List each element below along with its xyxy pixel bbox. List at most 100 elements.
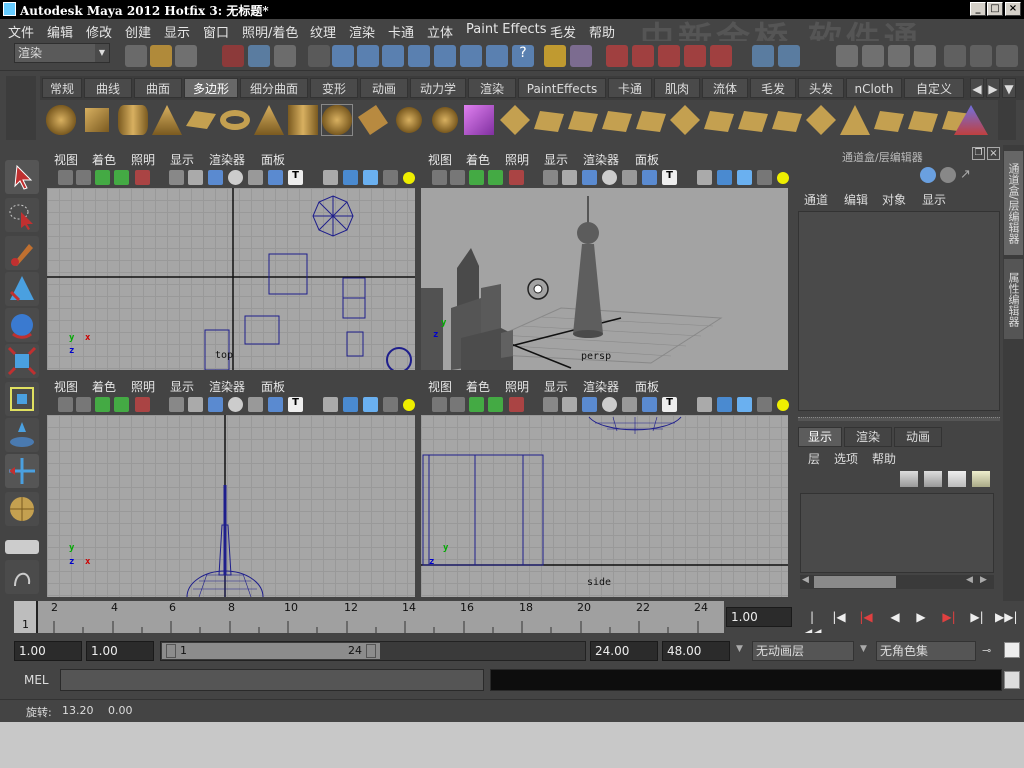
- last-tool-sphere-icon[interactable]: [5, 492, 39, 526]
- poly-sphere-icon[interactable]: [46, 105, 76, 135]
- shelf-tab-fluids[interactable]: 流体: [702, 78, 748, 98]
- image-plane-icon[interactable]: [95, 170, 110, 185]
- play-forwards-icon[interactable]: ▶: [912, 609, 930, 625]
- vp-menu-show[interactable]: 显示: [170, 378, 194, 395]
- insert-edge-loop-icon[interactable]: [602, 111, 632, 132]
- cb-menu-object[interactable]: 对象: [882, 191, 906, 208]
- image-plane-icon[interactable]: [469, 170, 484, 185]
- checker-icon[interactable]: [383, 170, 398, 185]
- select-handle-icon[interactable]: [332, 45, 354, 67]
- combine-icon[interactable]: [358, 105, 388, 135]
- viewport-canvas-top[interactable]: y x z top: [47, 188, 415, 370]
- snap-point-icon[interactable]: [658, 45, 680, 67]
- minimize-button[interactable]: _: [970, 2, 986, 16]
- lights-icon[interactable]: [777, 172, 789, 184]
- resolution-gate-icon[interactable]: [363, 170, 378, 185]
- vp-menu-renderer[interactable]: 渲染器: [583, 151, 619, 168]
- layer-scrollbar[interactable]: ◀ ◀ ▶: [800, 575, 994, 589]
- go-to-start-icon[interactable]: |◀◀: [803, 609, 821, 640]
- use-default-material-icon[interactable]: [642, 170, 657, 185]
- ipr-render-icon[interactable]: [888, 45, 910, 67]
- vp-menu-show[interactable]: 显示: [544, 151, 568, 168]
- isolate-select-icon[interactable]: [323, 397, 338, 412]
- vp-menu-renderer[interactable]: 渲染器: [209, 151, 245, 168]
- scroll-right-icon[interactable]: ◀: [966, 575, 973, 585]
- poly-cube-icon[interactable]: [85, 108, 109, 132]
- snap-curve-icon[interactable]: [632, 45, 654, 67]
- shelf-tab-dynamics[interactable]: 动力学: [410, 78, 466, 98]
- character-set-dropdown[interactable]: 无角色集: [876, 641, 976, 661]
- channel-box-view-icon[interactable]: [920, 167, 936, 183]
- grid-toggle-icon[interactable]: [543, 397, 558, 412]
- close-panel-icon[interactable]: ×: [987, 147, 1000, 160]
- film-gate-icon[interactable]: [562, 170, 577, 185]
- panel-splitter[interactable]: [798, 417, 1000, 421]
- poly-cylinder-icon[interactable]: [118, 105, 148, 135]
- wireframe-icon[interactable]: [208, 170, 223, 185]
- lights-icon[interactable]: [777, 399, 789, 411]
- vp-menu-view[interactable]: 视图: [54, 151, 78, 168]
- textured-icon[interactable]: T: [288, 397, 303, 412]
- snap-grid-icon[interactable]: [606, 45, 628, 67]
- command-language-button[interactable]: MEL: [24, 673, 49, 687]
- soft-mod-tool-icon[interactable]: [5, 418, 39, 452]
- vp-menu-view[interactable]: 视图: [428, 378, 452, 395]
- playback-start-field[interactable]: 1.00: [86, 641, 154, 661]
- two-d-pan-icon[interactable]: [114, 397, 129, 412]
- shelf-tab-muscle[interactable]: 肌肉: [654, 78, 700, 98]
- grease-pencil-icon[interactable]: [509, 397, 524, 412]
- isolate-select-icon[interactable]: [323, 170, 338, 185]
- step-forward-frame-icon[interactable]: ▶|: [968, 609, 986, 625]
- resolution-gate-icon[interactable]: [363, 397, 378, 412]
- menu-fur[interactable]: 毛发: [550, 22, 576, 41]
- triangulate-icon[interactable]: [806, 105, 836, 135]
- shelf-tab-surfaces[interactable]: 曲面: [134, 78, 182, 98]
- split-polygon-icon[interactable]: [568, 111, 598, 132]
- two-d-pan-icon[interactable]: [114, 170, 129, 185]
- checker-icon[interactable]: [757, 170, 772, 185]
- step-back-key-icon[interactable]: |◀: [857, 609, 875, 625]
- smooth-shade-icon[interactable]: [602, 170, 617, 185]
- grease-pencil-icon[interactable]: [135, 170, 150, 185]
- image-plane-icon[interactable]: [95, 397, 110, 412]
- grid-toggle-icon[interactable]: [169, 170, 184, 185]
- render-view-icon[interactable]: [836, 45, 858, 67]
- menu-file[interactable]: 文件: [8, 22, 34, 41]
- select-object-icon[interactable]: [248, 45, 270, 67]
- shaded-wire-icon[interactable]: [343, 170, 358, 185]
- camera-bookmark-icon[interactable]: [450, 170, 465, 185]
- anim-layer-dropdown[interactable]: 无动画层: [752, 641, 854, 661]
- cb-menu-channels[interactable]: 通道: [804, 191, 828, 208]
- grid-toggle-icon[interactable]: [169, 397, 184, 412]
- time-slider[interactable]: 1 2 4 6 8 10 12 14 16 18 20 22 24: [14, 601, 724, 633]
- maya-app-icon[interactable]: [3, 2, 16, 16]
- range-right-handle[interactable]: [366, 644, 376, 658]
- camera-attr-icon[interactable]: [432, 397, 447, 412]
- snap-plane-icon[interactable]: [684, 45, 706, 67]
- select-deformer-icon[interactable]: [434, 45, 456, 67]
- smooth-shade-icon[interactable]: [228, 170, 243, 185]
- vp-menu-lighting[interactable]: 照明: [131, 378, 155, 395]
- vp-menu-shading[interactable]: 着色: [92, 378, 116, 395]
- layer-tab-render[interactable]: 渲染: [844, 427, 892, 447]
- render-settings-icon[interactable]: [914, 45, 936, 67]
- bevel-icon[interactable]: [670, 105, 700, 135]
- select-dynamic-icon[interactable]: [460, 45, 482, 67]
- vp-menu-show[interactable]: 显示: [544, 378, 568, 395]
- xray-icon[interactable]: [622, 397, 637, 412]
- use-default-material-icon[interactable]: [268, 397, 283, 412]
- rotate-tool-icon[interactable]: [5, 308, 39, 342]
- select-component-icon[interactable]: [274, 45, 296, 67]
- select-joint-icon[interactable]: [357, 45, 379, 67]
- wireframe-icon[interactable]: [582, 170, 597, 185]
- scale-tool-icon[interactable]: [5, 344, 39, 378]
- use-default-material-icon[interactable]: [268, 170, 283, 185]
- channel-box-toggle-icon[interactable]: [996, 45, 1018, 67]
- menu-toon[interactable]: 卡通: [388, 22, 414, 41]
- shelf-tab-subdivs[interactable]: 细分曲面: [240, 78, 308, 98]
- select-curve-icon[interactable]: [382, 45, 404, 67]
- shelf-scroll-right-icon[interactable]: ▶: [986, 78, 1000, 98]
- layer-tab-display[interactable]: 显示: [798, 427, 842, 447]
- shelf-tab-painteffects[interactable]: PaintEffects: [518, 78, 606, 98]
- layer-menu-options[interactable]: 选项: [834, 450, 858, 467]
